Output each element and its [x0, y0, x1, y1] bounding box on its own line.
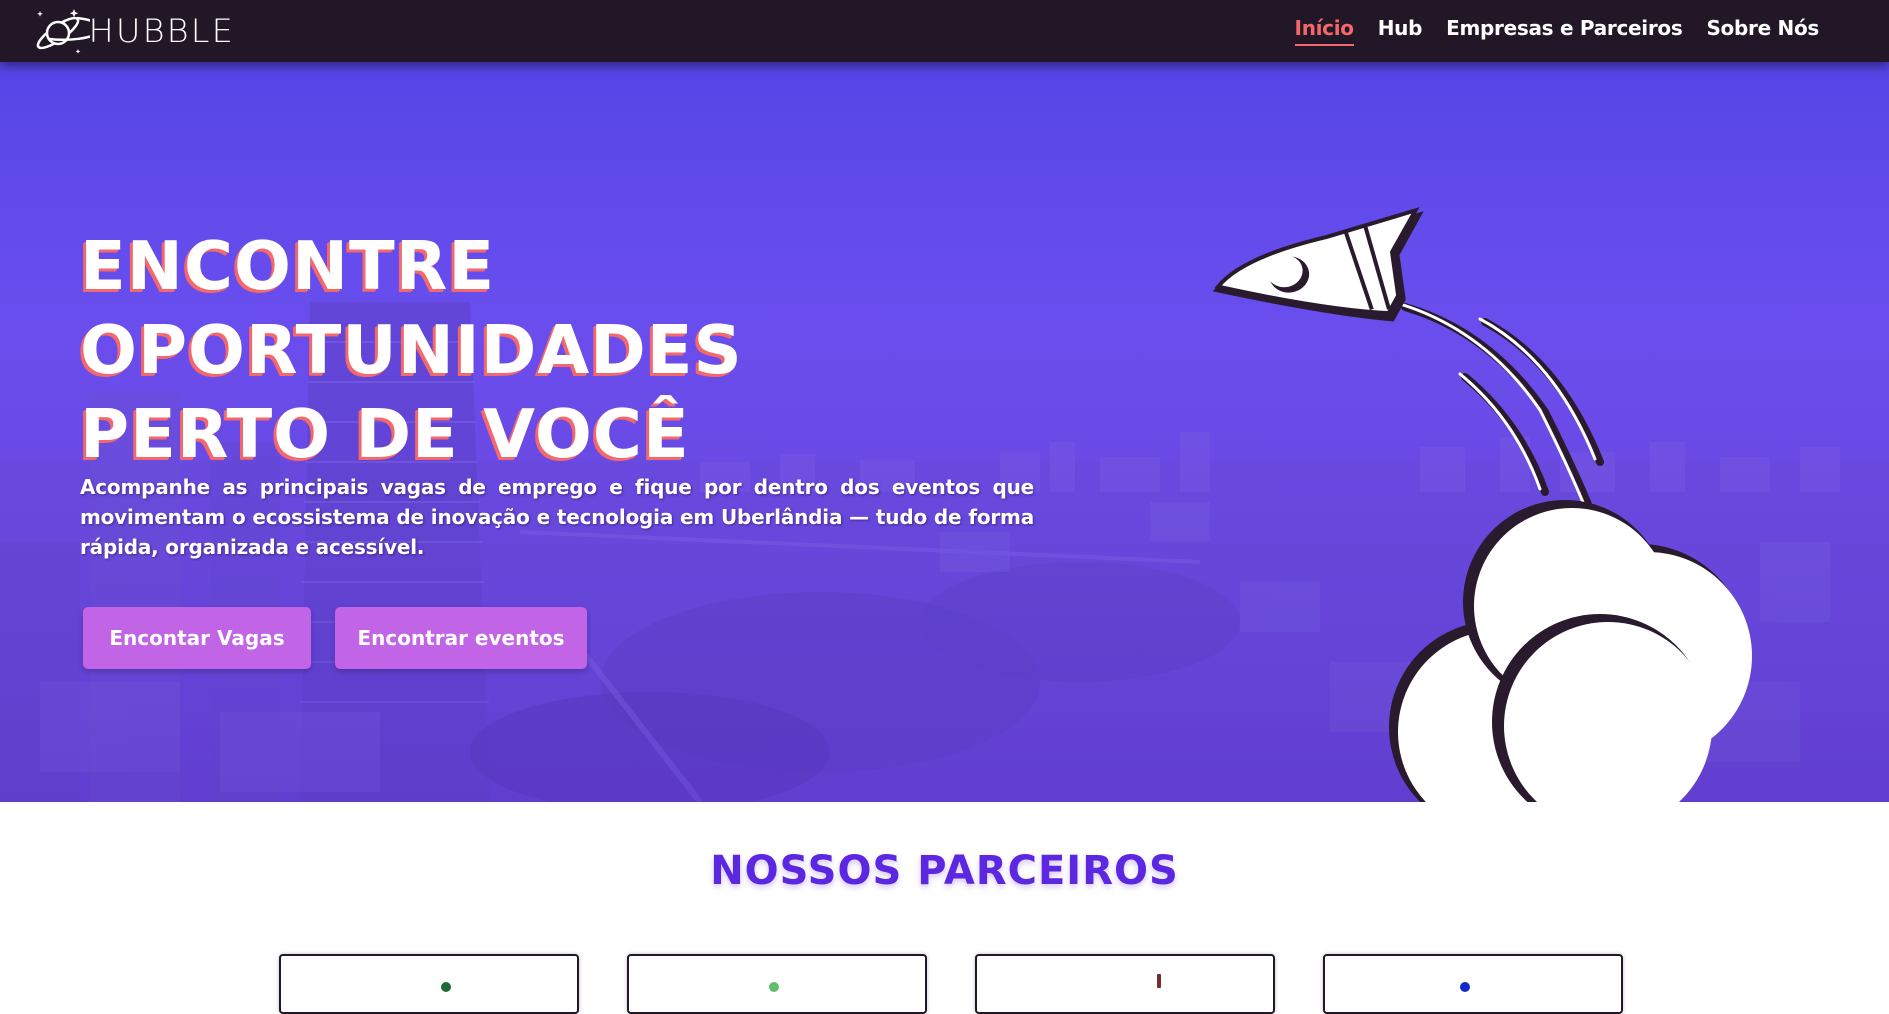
brand-name: HUBBLE — [88, 12, 235, 50]
hero-title-line: ENCONTRE — [80, 227, 496, 305]
main-nav: Início Hub Empresas e Parceiros Sobre Nó… — [1294, 0, 1819, 62]
nav-sobre-nos[interactable]: Sobre Nós — [1706, 16, 1819, 46]
navbar: HUBBLE Início Hub Empresas e Parceiros S… — [0, 0, 1889, 62]
hero-title-line: PERTO DE VOCÊ — [80, 395, 690, 473]
nav-empresas-parceiros[interactable]: Empresas e Parceiros — [1446, 16, 1683, 46]
brand-logo[interactable]: HUBBLE — [30, 0, 233, 62]
hero-title-line: OPORTUNIDADES — [80, 311, 743, 389]
partners-title: NOSSOS PARCEIROS — [710, 848, 1179, 894]
hero-section: ENCONTRE OPORTUNIDADES PERTO DE VOCÊ Aco… — [0, 62, 1889, 802]
partner-card[interactable] — [279, 954, 579, 1014]
hero-title: ENCONTRE OPORTUNIDADES PERTO DE VOCÊ — [80, 224, 840, 476]
planet-rocket-logo-icon — [36, 9, 90, 54]
rocket-launch-cloud-icon — [1212, 207, 1752, 802]
find-events-button[interactable]: Encontrar eventos — [335, 607, 587, 669]
partner-card[interactable] — [627, 954, 927, 1014]
nav-inicio[interactable]: Início — [1294, 16, 1354, 46]
nav-hub[interactable]: Hub — [1378, 16, 1423, 46]
partner-card[interactable] — [975, 954, 1275, 1014]
hero-description: Acompanhe as principais vagas de emprego… — [80, 475, 1034, 559]
partner-card[interactable] — [1323, 954, 1623, 1014]
find-jobs-button[interactable]: Encontar Vagas — [83, 607, 311, 669]
